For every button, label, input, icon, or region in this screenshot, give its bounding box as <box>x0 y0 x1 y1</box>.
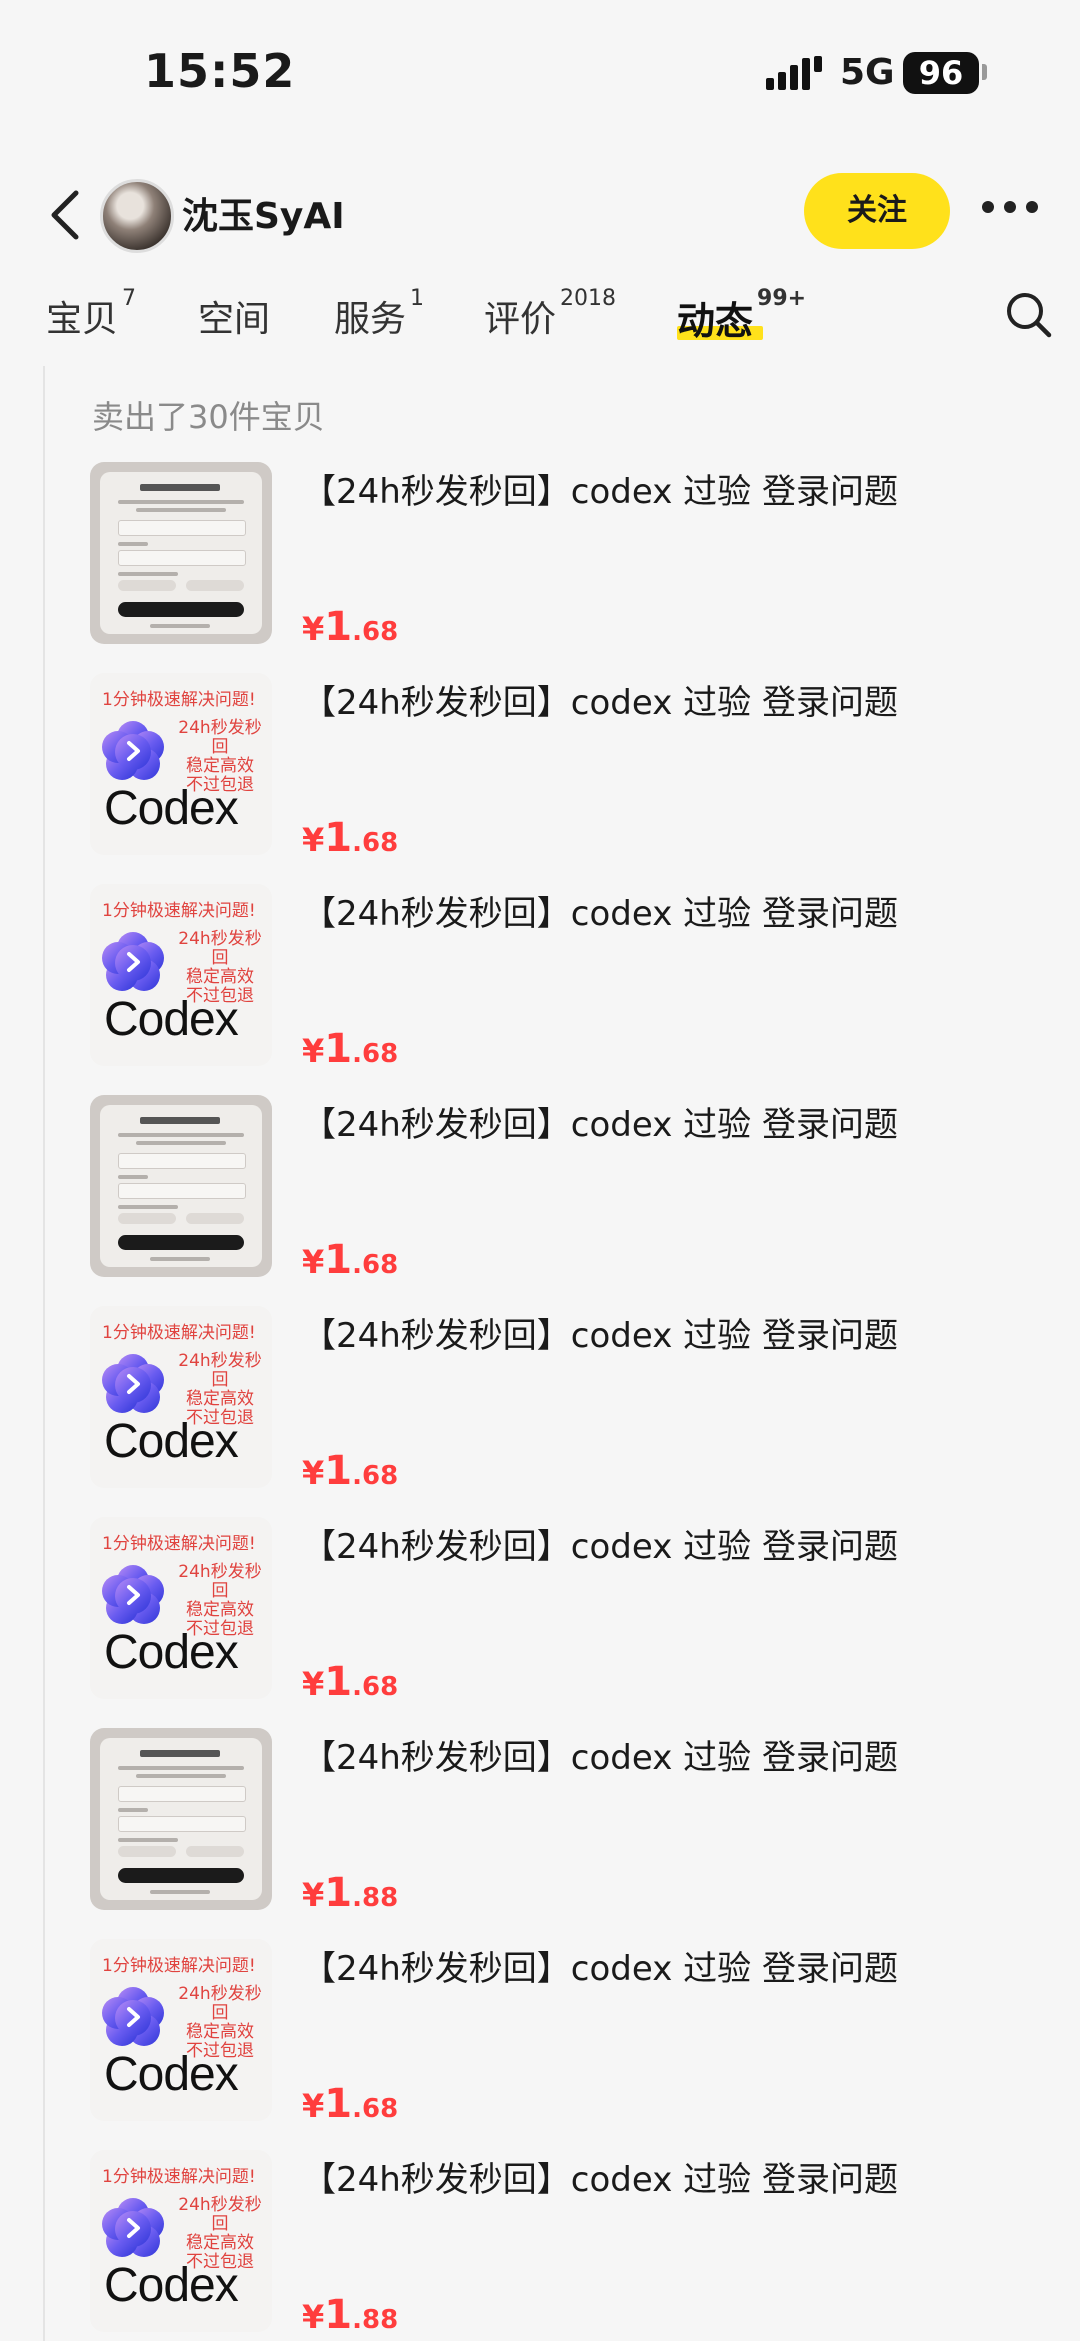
promo-headline: 1分钟极速解决问题! <box>102 690 256 710</box>
avatar[interactable] <box>100 179 174 253</box>
item-thumbnail[interactable]: 1分钟极速解决问题! 24h秒发秒回 稳定高效 不过包退 Codex <box>90 884 272 1066</box>
item-thumbnail[interactable]: 1分钟极速解决问题! 24h秒发秒回 稳定高效 不过包退 Codex <box>90 1939 272 2121</box>
item-thumbnail[interactable] <box>90 1095 272 1277</box>
promo-brand: Codex <box>104 782 239 835</box>
tab-count: 7 <box>122 286 137 311</box>
item-price: ¥1.68 <box>302 1237 399 1283</box>
list-item[interactable]: 1分钟极速解决问题! 24h秒发秒回 稳定高效 不过包退 Codex 【24h秒发秒… <box>90 673 1040 861</box>
tab-pingjia[interactable]: 评价2018 <box>484 286 616 342</box>
signal-icon <box>766 56 822 90</box>
follow-button[interactable]: 关注 <box>804 173 950 249</box>
tab-dongtai[interactable]: 动态99+ <box>677 286 806 345</box>
item-price: ¥1.88 <box>302 2292 399 2338</box>
codex-logo-icon <box>102 1987 164 2046</box>
tab-count: 1 <box>410 286 425 311</box>
tab-fuwu[interactable]: 服务1 <box>334 286 424 342</box>
promo-brand: Codex <box>104 993 239 1046</box>
item-price: ¥1.68 <box>302 1448 399 1494</box>
promo-headline: 1分钟极速解决问题! <box>102 1956 256 1976</box>
item-thumbnail[interactable]: 1分钟极速解决问题! 24h秒发秒回 稳定高效 不过包退 Codex <box>90 2150 272 2332</box>
tab-label: 动态 <box>677 299 754 343</box>
more-icon[interactable] <box>982 201 1038 215</box>
battery-icon: 96 <box>903 52 979 94</box>
list-item[interactable]: 【24h秒发秒回】codex 过验 登录问题 ¥1.68 <box>90 1095 1040 1283</box>
list-item[interactable]: 1分钟极速解决问题! 24h秒发秒回 稳定高效 不过包退 Codex 【24h秒发秒… <box>90 1939 1040 2127</box>
status-bar: 15:52 5G 96 <box>0 0 1080 150</box>
item-title[interactable]: 【24h秒发秒回】codex 过验 登录问题 <box>302 1941 898 1990</box>
list-item[interactable]: 1分钟极速解决问题! 24h秒发秒回 稳定高效 不过包退 Codex 【24h秒发秒… <box>90 1306 1040 1494</box>
item-title[interactable]: 【24h秒发秒回】codex 过验 登录问题 <box>302 1519 898 1568</box>
codex-logo-icon <box>102 932 164 991</box>
item-title[interactable]: 【24h秒发秒回】codex 过验 登录问题 <box>302 886 898 935</box>
codex-logo-icon <box>102 2198 164 2257</box>
list-item[interactable]: 1分钟极速解决问题! 24h秒发秒回 稳定高效 不过包退 Codex 【24h秒发秒… <box>90 1517 1040 1705</box>
tab-baobei[interactable]: 宝贝7 <box>46 286 136 342</box>
item-thumbnail[interactable]: 1分钟极速解决问题! 24h秒发秒回 稳定高效 不过包退 Codex <box>90 673 272 855</box>
item-thumbnail[interactable] <box>90 1728 272 1910</box>
item-title[interactable]: 【24h秒发秒回】codex 过验 登录问题 <box>302 675 898 724</box>
codex-logo-icon <box>102 721 164 780</box>
battery-tip <box>982 64 987 80</box>
codex-logo-icon <box>102 1354 164 1413</box>
clock: 15:52 <box>144 44 296 98</box>
tab-kongjian[interactable]: 空间 <box>198 290 270 342</box>
promo-headline: 1分钟极速解决问题! <box>102 1323 256 1343</box>
item-title[interactable]: 【24h秒发秒回】codex 过验 登录问题 <box>302 1308 898 1357</box>
tab-count: 99+ <box>757 286 807 311</box>
tab-count: 2018 <box>560 286 617 311</box>
promo-headline: 1分钟极速解决问题! <box>102 1534 256 1554</box>
list-item[interactable]: 1分钟极速解决问题! 24h秒发秒回 稳定高效 不过包退 Codex 【24h秒发秒… <box>90 2150 1040 2338</box>
tab-label: 宝贝 <box>46 299 119 340</box>
sold-count-label: 卖出了30件宝贝 <box>92 398 325 436</box>
item-price: ¥1.68 <box>302 1659 399 1705</box>
item-thumbnail[interactable]: 1分钟极速解决问题! 24h秒发秒回 稳定高效 不过包退 Codex <box>90 1517 272 1699</box>
promo-brand: Codex <box>104 1415 239 1468</box>
list-item[interactable]: 1分钟极速解决问题! 24h秒发秒回 稳定高效 不过包退 Codex 【24h秒发秒… <box>90 884 1040 1072</box>
tab-label: 空间 <box>198 299 271 340</box>
promo-brand: Codex <box>104 2259 239 2312</box>
promo-brand: Codex <box>104 1626 239 1679</box>
promo-brand: Codex <box>104 2048 239 2101</box>
shop-header: 沈玉SyAI 关注 <box>0 165 1080 275</box>
item-price: ¥1.68 <box>302 815 399 861</box>
promo-headline: 1分钟极速解决问题! <box>102 2167 256 2187</box>
network-label: 5G <box>840 52 895 93</box>
item-title[interactable]: 【24h秒发秒回】codex 过验 登录问题 <box>302 464 898 513</box>
item-price: ¥1.68 <box>302 1026 399 1072</box>
codex-logo-icon <box>102 1565 164 1624</box>
list-item[interactable]: 【24h秒发秒回】codex 过验 登录问题 ¥1.88 <box>90 1728 1040 1916</box>
item-title[interactable]: 【24h秒发秒回】codex 过验 登录问题 <box>302 2152 898 2201</box>
item-title[interactable]: 【24h秒发秒回】codex 过验 登录问题 <box>302 1730 898 1779</box>
item-title[interactable]: 【24h秒发秒回】codex 过验 登录问题 <box>302 1097 898 1146</box>
back-icon[interactable] <box>44 185 88 245</box>
tab-label: 服务 <box>334 299 407 340</box>
seller-name[interactable]: 沈玉SyAI <box>182 187 345 239</box>
item-price: ¥1.68 <box>302 2081 399 2127</box>
item-price: ¥1.88 <box>302 1870 399 1916</box>
list-item[interactable]: 【24h秒发秒回】codex 过验 登录问题 ¥1.68 <box>90 462 1040 650</box>
item-price: ¥1.68 <box>302 604 399 650</box>
item-thumbnail[interactable] <box>90 462 272 644</box>
timeline-line <box>43 366 45 2341</box>
tab-bar: 宝贝7 空间 服务1 评价2018 动态99+ <box>0 282 1080 352</box>
item-thumbnail[interactable]: 1分钟极速解决问题! 24h秒发秒回 稳定高效 不过包退 Codex <box>90 1306 272 1488</box>
tab-label: 评价 <box>484 299 557 340</box>
search-icon[interactable] <box>1004 290 1054 340</box>
promo-headline: 1分钟极速解决问题! <box>102 901 256 921</box>
